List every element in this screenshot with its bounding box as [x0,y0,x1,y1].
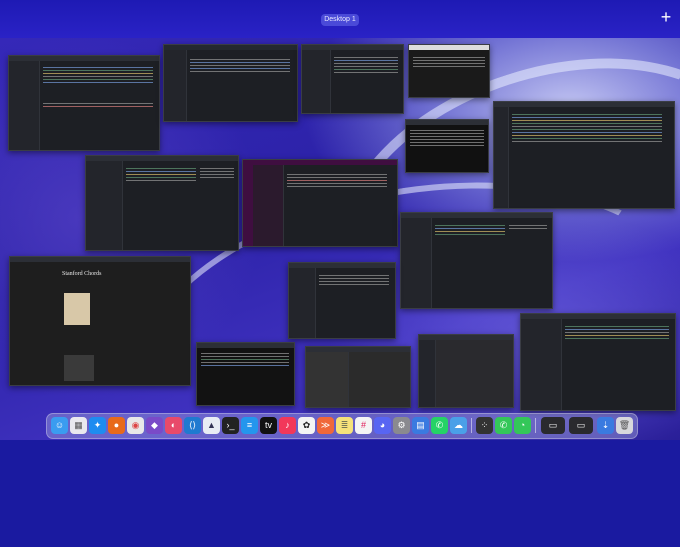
window-web-browser[interactable]: Stanford Chords [9,256,191,386]
window-code-editor-4[interactable] [520,313,676,411]
chrome-icon[interactable]: ◉ [127,417,144,434]
firefox-icon[interactable]: ● [108,417,125,434]
window-code-editor-3[interactable] [400,212,553,309]
window-database-client[interactable] [301,44,404,114]
dock-separator [471,418,472,433]
minimized-window-2-icon[interactable]: ▭ [569,417,593,434]
dock-separator-2 [535,418,536,433]
arrow-app-icon[interactable]: ▲ [203,417,220,434]
minimized-window-1-icon[interactable]: ▭ [541,417,565,434]
vscode-icon[interactable]: ⟨⟩ [184,417,201,434]
window-finder[interactable] [418,334,514,408]
window-terminal[interactable] [196,342,295,406]
apple-tv-icon[interactable]: tv [260,417,277,434]
notes-icon[interactable]: ≣ [336,417,353,434]
whatsapp-icon[interactable]: ✆ [431,417,448,434]
github-desktop-icon[interactable]: ◆ [146,417,163,434]
album-art-2 [64,355,94,381]
safari-icon[interactable]: ✦ [89,417,106,434]
docker-icon[interactable]: ≡ [241,417,258,434]
window-text-editor[interactable] [305,346,411,408]
swift-icon[interactable]: ≫ [317,417,334,434]
desktop-1-thumbnail[interactable]: Desktop 1 [321,14,359,26]
album-art [64,293,90,325]
web-page-title: Stanford Chords [62,271,102,277]
window-code-editor-1[interactable] [8,55,160,151]
window-github-desktop[interactable] [163,44,298,122]
chatgpt-icon[interactable]: ✿ [298,417,315,434]
trash-icon[interactable]: 🗑 [616,417,633,434]
window-slack[interactable] [242,159,398,247]
terminal-icon[interactable]: ›_ [222,417,239,434]
system-settings-icon[interactable]: ⚙ [393,417,410,434]
add-desktop-button[interactable]: + [657,8,675,26]
weather-icon[interactable]: ☁ [450,417,467,434]
finder-icon[interactable]: ☺ [51,417,68,434]
downloads-stack-icon[interactable]: ⇣ [597,417,614,434]
window-terminal-table[interactable] [405,119,489,173]
launchpad-icon[interactable]: ▦ [70,417,87,434]
files-icon[interactable]: ▤ [412,417,429,434]
dock: ☺ ▦ ✦ ● ◉ ◆ ◐ ⟨⟩ ▲ ›_ ≡ tv ♪ ✿ ≫ ≣ # ◕ ⚙… [46,413,638,439]
discord-icon[interactable]: ◕ [374,417,391,434]
slack-icon[interactable]: # [355,417,372,434]
window-notes[interactable] [288,262,396,339]
window-log-viewer[interactable] [408,44,490,98]
messages-icon[interactable]: ◔ [514,417,531,434]
window-code-editor-2[interactable] [85,155,239,251]
app-grid-icon[interactable]: ⁘ [476,417,493,434]
window-code-editor-large[interactable] [493,101,675,209]
phone-icon[interactable]: ✆ [495,417,512,434]
mission-control-bar: Desktop 1 + [0,0,680,38]
arc-icon[interactable]: ◐ [165,417,182,434]
music-icon[interactable]: ♪ [279,417,296,434]
